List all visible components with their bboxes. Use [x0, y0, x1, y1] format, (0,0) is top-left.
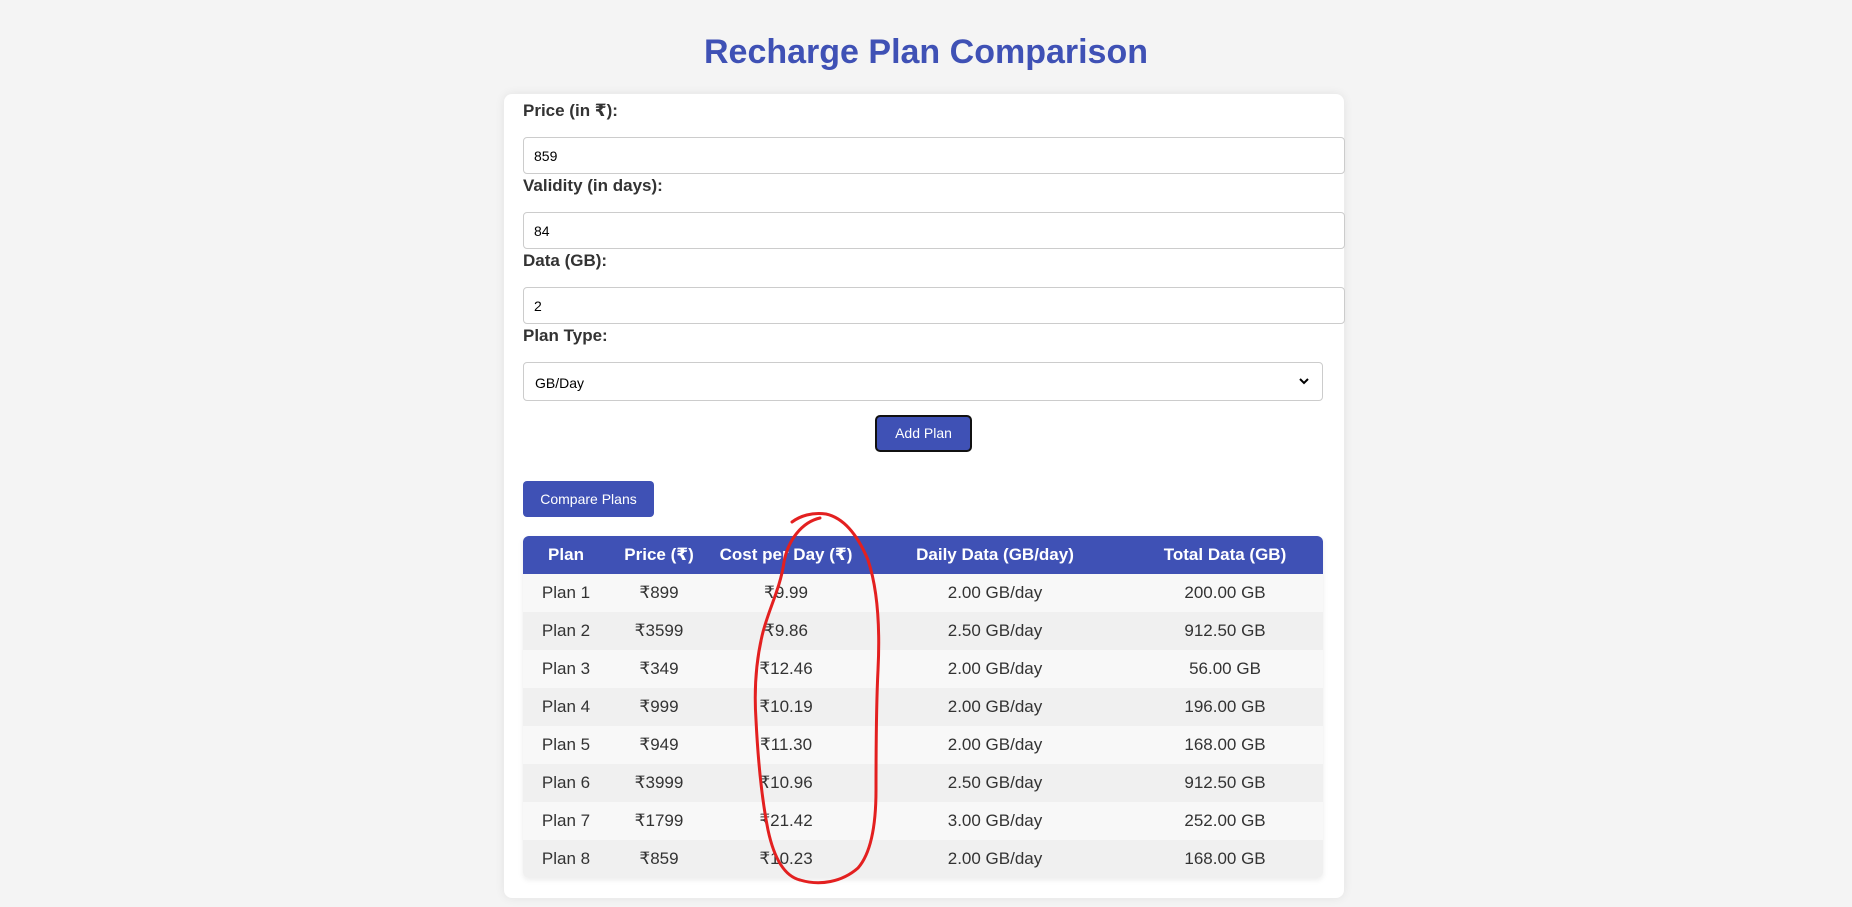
plan-type-selected-value: GB/Day — [535, 375, 585, 391]
cell-total-data: 196.00 GB — [1184, 697, 1266, 716]
header-cost-per-day: Cost per Day (₹) — [709, 536, 863, 574]
cell-cost-per-day: ₹10.23 — [759, 849, 813, 868]
cell-price: ₹1799 — [634, 811, 684, 830]
cell-daily-data: 2.00 GB/day — [947, 583, 1043, 602]
validity-input[interactable] — [523, 212, 1345, 249]
table-row: Plan 8 ₹859 ₹10.23 2.00 GB/day 168.00 GB — [523, 840, 1323, 878]
cell-daily-data: 2.00 GB/day — [947, 697, 1043, 716]
header-price: Price (₹) — [609, 536, 709, 574]
table-row: Plan 2 ₹3599 ₹9.86 2.50 GB/day 912.50 GB — [523, 612, 1323, 650]
validity-label: Validity (in days): — [523, 176, 663, 195]
price-label: Price (in ₹): — [523, 101, 618, 120]
cell-price: ₹859 — [639, 849, 679, 868]
cell-cost-per-day: ₹10.19 — [759, 697, 813, 716]
cell-total-data: 912.50 GB — [1184, 621, 1266, 640]
cell-total-data: 168.00 GB — [1184, 849, 1266, 868]
cell-total-data: 912.50 GB — [1184, 773, 1266, 792]
chevron-down-icon — [1299, 378, 1309, 385]
cell-price: ₹349 — [639, 659, 679, 678]
table-row: Plan 6 ₹3999 ₹10.96 2.50 GB/day 912.50 G… — [523, 764, 1323, 802]
cell-daily-data: 2.00 GB/day — [947, 659, 1043, 678]
table-row: Plan 4 ₹999 ₹10.19 2.00 GB/day 196.00 GB — [523, 688, 1323, 726]
page-title: Recharge Plan Comparison — [703, 33, 1148, 71]
header-total-data: Total Data (GB) — [1127, 536, 1323, 574]
table-header-row: Plan Price (₹) Cost per Day (₹) Daily Da… — [523, 536, 1323, 574]
header-daily-data: Daily Data (GB/day) — [863, 536, 1127, 574]
cell-total-data: 252.00 GB — [1184, 811, 1266, 830]
plan-type-label: Plan Type: — [523, 326, 608, 345]
cell-plan: Plan 1 — [541, 583, 591, 602]
cell-cost-per-day: ₹9.99 — [764, 583, 808, 602]
cell-price: ₹999 — [639, 697, 679, 716]
add-plan-button[interactable]: Add Plan — [875, 415, 972, 452]
cell-plan: Plan 2 — [541, 621, 591, 640]
table-row: Plan 3 ₹349 ₹12.46 2.00 GB/day 56.00 GB — [523, 650, 1323, 688]
cell-daily-data: 2.50 GB/day — [947, 773, 1043, 792]
cell-daily-data: 2.50 GB/day — [947, 621, 1043, 640]
table-row: Plan 7 ₹1799 ₹21.42 3.00 GB/day 252.00 G… — [523, 802, 1323, 840]
data-input[interactable] — [523, 287, 1345, 324]
cell-total-data: 168.00 GB — [1184, 735, 1266, 754]
plans-table: Plan Price (₹) Cost per Day (₹) Daily Da… — [523, 536, 1323, 878]
cell-price: ₹899 — [639, 583, 679, 602]
cell-plan: Plan 8 — [541, 849, 591, 868]
table-row: Plan 5 ₹949 ₹11.30 2.00 GB/day 168.00 GB — [523, 726, 1323, 764]
cell-daily-data: 2.00 GB/day — [947, 735, 1043, 754]
cell-total-data: 200.00 GB — [1184, 583, 1266, 602]
header-plan: Plan — [523, 536, 609, 574]
cell-daily-data: 2.00 GB/day — [947, 849, 1043, 868]
cell-price: ₹3599 — [634, 621, 684, 640]
cell-cost-per-day: ₹12.46 — [759, 659, 813, 678]
cell-plan: Plan 7 — [541, 811, 591, 830]
cell-cost-per-day: ₹11.30 — [759, 735, 813, 754]
compare-plans-button[interactable]: Compare Plans — [523, 481, 654, 517]
plan-form-card: Price (in ₹): Validity (in days): Data (… — [504, 94, 1345, 898]
cell-price: ₹3999 — [634, 773, 684, 792]
cell-plan: Plan 3 — [541, 659, 591, 678]
cell-price: ₹949 — [639, 735, 679, 754]
data-label: Data (GB): — [523, 251, 608, 270]
cell-plan: Plan 5 — [541, 735, 591, 754]
plan-type-select[interactable]: GB/Day — [523, 362, 1323, 401]
cell-total-data: 56.00 GB — [1189, 659, 1261, 678]
price-input[interactable] — [523, 137, 1345, 174]
table-row: Plan 1 ₹899 ₹9.99 2.00 GB/day 200.00 GB — [523, 574, 1323, 612]
cell-cost-per-day: ₹9.86 — [764, 621, 808, 640]
cell-plan: Plan 6 — [541, 773, 591, 792]
cell-cost-per-day: ₹21.42 — [759, 811, 813, 830]
cell-daily-data: 3.00 GB/day — [947, 811, 1043, 830]
cell-plan: Plan 4 — [541, 697, 591, 716]
cell-cost-per-day: ₹10.96 — [759, 773, 813, 792]
